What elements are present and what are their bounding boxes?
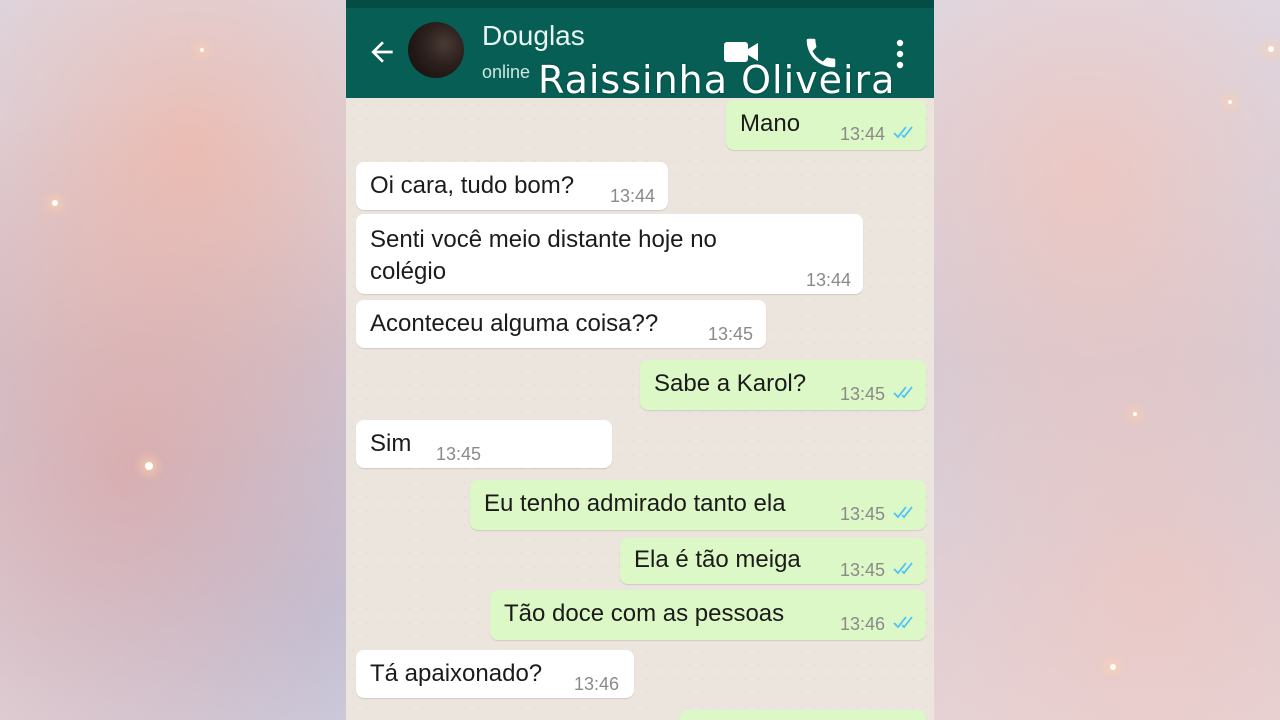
message-outgoing[interactable]: Eu tenho admirado tanto ela 13:45 [470,480,926,530]
avatar[interactable] [408,22,464,78]
message-time: 13:45 [840,560,886,580]
background-sparkle [200,48,204,52]
message-incoming[interactable]: Senti você meio distante hoje no colégio… [356,214,863,294]
background-sparkle [1228,100,1232,104]
message-text: Tão doce com as pessoas [504,600,785,627]
message-time: 13:46 [840,614,886,634]
message-outgoing[interactable]: Sabe a Karol? 13:45 [640,360,926,410]
message-outgoing[interactable]: Ela é tão meiga 13:45 [620,538,926,584]
chat-screen: Douglas online Raissinha Oliveira Mano 1… [346,0,934,720]
watermark-text: Raissinha Oliveira [538,58,896,102]
message-text: Tá apaixonado? [370,660,543,687]
message-incoming[interactable]: Tá apaixonado? 13:46 [356,650,634,698]
message-outgoing[interactable]: Mano 13:44 [726,100,926,150]
message-text: Ela é tão meiga [634,546,801,573]
contact-name[interactable]: Douglas [482,20,585,52]
contact-status: online [482,62,531,82]
message-time: 13:45 [840,384,886,404]
back-arrow-icon[interactable] [366,36,398,68]
message-text: Eu tenho admirado tanto ela [484,490,786,517]
message-time: 13:45 [708,324,754,344]
read-receipt-icon [893,126,913,139]
message-outgoing[interactable]: Tão doce com as pessoas 13:46 [490,590,926,640]
read-receipt-icon [893,562,913,575]
read-receipt-icon [893,506,913,519]
background-sparkle [52,200,58,206]
message-time: 13:45 [840,504,886,524]
message-time: 13:44 [806,270,852,290]
chat-header: Douglas online Raissinha Oliveira [346,0,934,102]
read-receipt-icon [893,386,913,399]
message-text: Oi cara, tudo bom? [370,172,575,199]
background-sparkle [1110,664,1116,670]
message-time: 13:44 [840,124,886,144]
message-text: Mano [740,110,801,137]
message-text: Aconteceu alguma coisa?? [370,310,659,337]
message-time: 13:45 [436,444,482,464]
background-sparkle [145,462,153,470]
message-incoming[interactable]: Sim 13:45 [356,420,612,468]
read-receipt-icon [893,616,913,629]
message-text: Senti você meio distante hoje no colégio [370,226,717,285]
background-sparkle [1133,412,1137,416]
message-text: Sabe a Karol? [654,370,807,397]
status-bar [346,0,934,8]
message-incoming[interactable]: Oi cara, tudo bom? 13:44 [356,162,668,210]
message-incoming[interactable]: Aconteceu alguma coisa?? 13:45 [356,300,766,348]
message-time: 13:46 [574,674,620,694]
message-time: 13:44 [610,186,656,206]
more-options-icon[interactable] [894,38,906,70]
background-sparkle [1268,46,1274,52]
message-outgoing-partial [680,710,926,720]
message-text: Sim [370,430,412,457]
